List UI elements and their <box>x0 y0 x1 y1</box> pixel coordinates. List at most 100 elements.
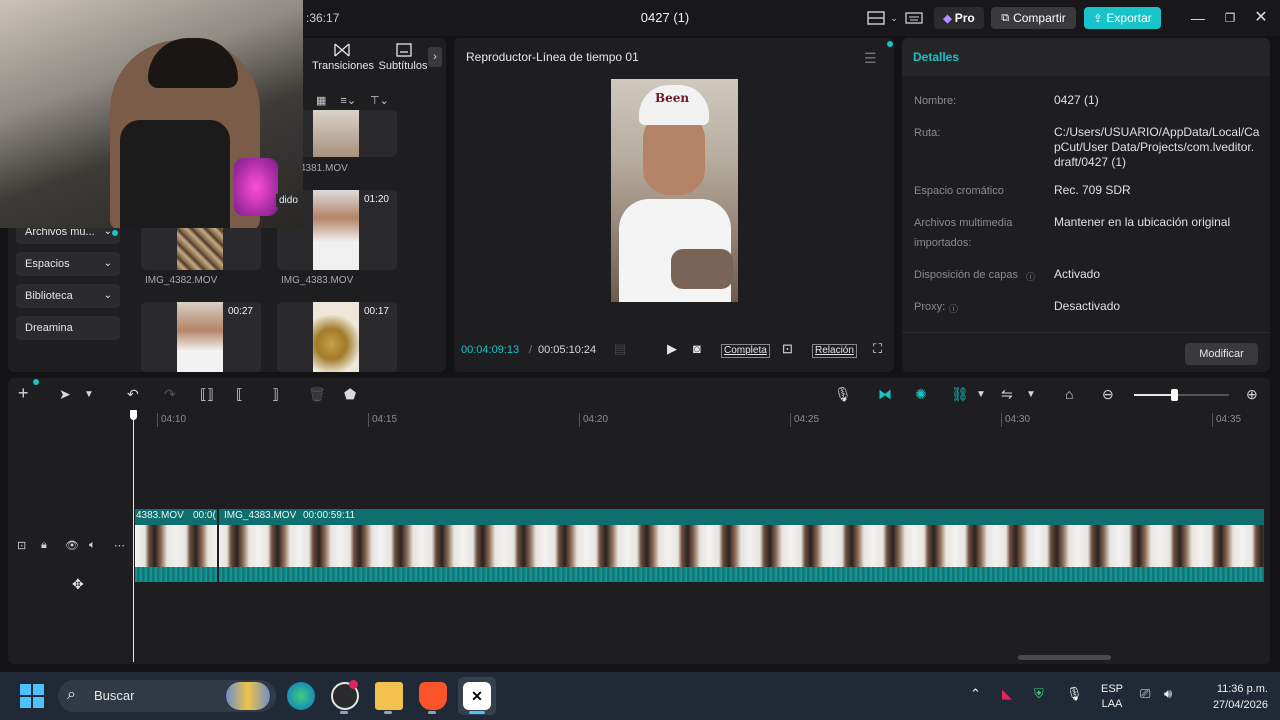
security-shield-icon[interactable]: ⛨ <box>1034 686 1044 702</box>
zoom-slider-handle[interactable] <box>1171 389 1178 401</box>
filter-icon[interactable]: ⊤⌄ <box>370 94 389 107</box>
aspect-ratio-button[interactable]: Relación <box>812 344 857 358</box>
snapshot-icon[interactable]: ◙ <box>693 341 701 356</box>
ruler-label: 04:30 <box>1005 414 1031 425</box>
speaker-icon[interactable]: 🔈︎ <box>89 539 96 552</box>
webcam-shirt <box>120 120 230 228</box>
zoom-in-icon[interactable]: ⊕ <box>1246 386 1258 403</box>
zoom-out-icon[interactable]: ⊖ <box>1102 386 1114 403</box>
timeline-scrollbar[interactable] <box>1018 655 1111 660</box>
timeline-clip-frames[interactable] <box>135 525 1264 567</box>
chevron-down-icon[interactable]: ▼ <box>976 389 986 400</box>
detail-label: Espacio cromático <box>914 185 1004 197</box>
clip-duration: 01:20 <box>363 194 389 205</box>
sidebar-item-dreamina[interactable]: Dreamina <box>16 316 120 340</box>
marker-icon[interactable]: ⬟ <box>344 386 356 403</box>
menu-icon[interactable]: ☰ <box>864 50 877 67</box>
file-explorer-icon[interactable] <box>375 682 403 710</box>
video-preview[interactable]: Been <box>611 79 738 302</box>
media-clip-5[interactable]: 00:17 <box>277 302 397 372</box>
split-icon[interactable]: ⟦⟧ <box>200 386 214 403</box>
notification-dot <box>33 379 39 385</box>
modify-button[interactable]: Modificar <box>1185 343 1258 365</box>
edge-icon[interactable] <box>287 682 315 710</box>
fit-timeline-icon[interactable]: ⌂ <box>1065 386 1073 402</box>
volume-icon[interactable]: 🔊︎ <box>1164 686 1172 702</box>
undo-icon[interactable]: ↶ <box>127 386 139 403</box>
tab-transitions[interactable]: Transiciones <box>312 60 374 72</box>
ruler-label: 04:10 <box>161 414 187 425</box>
notification-dot <box>887 41 893 47</box>
close-icon[interactable]: ✕ <box>1252 9 1270 27</box>
brave-icon[interactable] <box>419 682 447 710</box>
info-icon[interactable]: ⓘ <box>1026 270 1035 283</box>
clip-divider[interactable] <box>217 509 219 583</box>
chevron-down-icon[interactable]: ▼ <box>84 389 94 400</box>
pro-button[interactable]: ◆ Pro <box>934 7 984 29</box>
fullscreen-icon[interactable]: ⛶ <box>873 341 882 357</box>
sidebar-item-espacios[interactable]: Espacios ⌄ <box>16 252 120 276</box>
share-button[interactable]: ⧉ Compartir <box>991 7 1076 29</box>
search-icon: ⌕ <box>67 686 76 703</box>
microphone-icon[interactable]: 🎙︎ <box>1066 686 1083 702</box>
clip-label: 4381.MOV <box>300 163 348 174</box>
clock-date: 27/04/2026 <box>1212 699 1268 711</box>
microphone-icon[interactable]: 🎙 <box>834 386 852 403</box>
more-icon[interactable]: ⋯ <box>114 539 125 552</box>
trim-left-icon[interactable]: ⟦ <box>236 386 243 403</box>
select-cursor-icon[interactable]: ➤ <box>59 386 71 403</box>
grid-view-icon[interactable]: ▦ <box>316 94 326 107</box>
lock-icon[interactable]: 🔒︎ <box>41 539 47 552</box>
ruler-label: 04:20 <box>583 414 609 425</box>
language-indicator[interactable]: ESP LAA <box>1100 682 1124 712</box>
export-button[interactable]: ⇪ Exportar <box>1084 7 1161 29</box>
ruler-label: 04:25 <box>794 414 820 425</box>
redo-icon[interactable]: ↷ <box>164 386 176 403</box>
capcut-icon[interactable]: ✕ <box>463 682 491 710</box>
play-icon[interactable]: ▶ <box>667 341 677 357</box>
media-toolbar: ▦ ≡⌄ ⊤⌄ <box>316 94 389 107</box>
capcut-window: :36:17 0427 (1) ⌄ ◆ Pro ⧉ Compartir ⇪ Ex… <box>0 0 1280 720</box>
minimize-icon[interactable]: — <box>1189 9 1207 27</box>
clip-duration: 00:00:59:11 <box>303 510 356 521</box>
sort-icon[interactable]: ≡⌄ <box>340 94 356 107</box>
delete-icon[interactable]: 🗑 <box>308 386 326 403</box>
keyboard-icon[interactable] <box>904 8 924 28</box>
detail-value: Rec. 709 SDR <box>1054 183 1131 197</box>
chevron-up-icon[interactable]: ⌃ <box>970 686 981 702</box>
chevron-down-icon[interactable]: ▼ <box>1026 389 1036 400</box>
sidebar-item-biblioteca[interactable]: Biblioteca ⌄ <box>16 284 120 308</box>
ruler-label: 04:15 <box>372 414 398 425</box>
audio-waveform <box>135 567 1264 582</box>
trim-right-icon[interactable]: ⟧ <box>272 386 279 403</box>
preview-axis-icon[interactable]: ⇋ <box>1001 386 1013 403</box>
title-time: :36:17 <box>306 11 340 25</box>
link-icon[interactable]: ⛓ <box>951 386 969 403</box>
layout-chevron-icon[interactable]: ⌄ <box>889 8 899 28</box>
clip-name: IMG_4383.MOV <box>224 510 297 521</box>
track-cover-icon[interactable]: ⊡ <box>17 539 26 552</box>
media-clip-4[interactable]: 00:27 <box>141 302 261 372</box>
move-cursor-icon: ✥ <box>72 576 84 592</box>
full-quality-button[interactable]: Completa <box>721 344 770 358</box>
amd-icon[interactable]: ◣ <box>1002 686 1012 702</box>
magnet-icon[interactable]: ⧓ <box>878 386 892 403</box>
playhead-handle[interactable] <box>130 410 137 420</box>
detail-label: Ruta: <box>914 127 941 139</box>
auto-snap-icon[interactable]: ✺ <box>915 386 927 403</box>
tabs-next-icon[interactable]: › <box>428 47 442 67</box>
export-label: Exportar <box>1106 11 1152 25</box>
tab-subtitles[interactable]: Subtítulos <box>378 60 428 72</box>
layout-icon[interactable] <box>866 8 886 28</box>
restore-icon[interactable]: ❐ <box>1221 9 1239 27</box>
ruler-tick <box>579 413 580 427</box>
system-clock[interactable]: 11:36 p.m. 27/04/2026 <box>1190 681 1268 713</box>
info-icon[interactable]: ⓘ <box>949 302 958 315</box>
playhead-line[interactable] <box>133 412 134 662</box>
network-icon[interactable]: ⎚ <box>1140 686 1150 702</box>
eye-icon[interactable]: 👁︎ <box>65 539 79 552</box>
zoom-fit-icon[interactable]: ⊡ <box>782 341 793 357</box>
add-track-icon[interactable]: + <box>18 383 29 404</box>
waveform-icon[interactable]: ▤ <box>614 341 626 357</box>
windows-start-icon[interactable] <box>20 684 44 708</box>
